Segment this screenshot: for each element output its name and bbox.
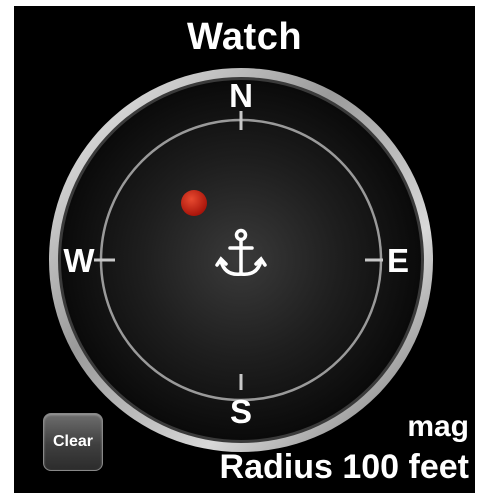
radius-label: Radius 100 feet [219, 448, 469, 486]
west-label: W [63, 242, 95, 279]
south-label: S [230, 393, 252, 430]
east-label: E [387, 242, 409, 279]
north-label: N [229, 77, 253, 114]
heading-mode-label: mag [407, 410, 469, 443]
position-marker [181, 190, 207, 216]
clear-button[interactable]: Clear [43, 413, 103, 471]
anchor-watch-screen: Watch N S W E Clear mag Radius 100 feet [14, 6, 475, 493]
